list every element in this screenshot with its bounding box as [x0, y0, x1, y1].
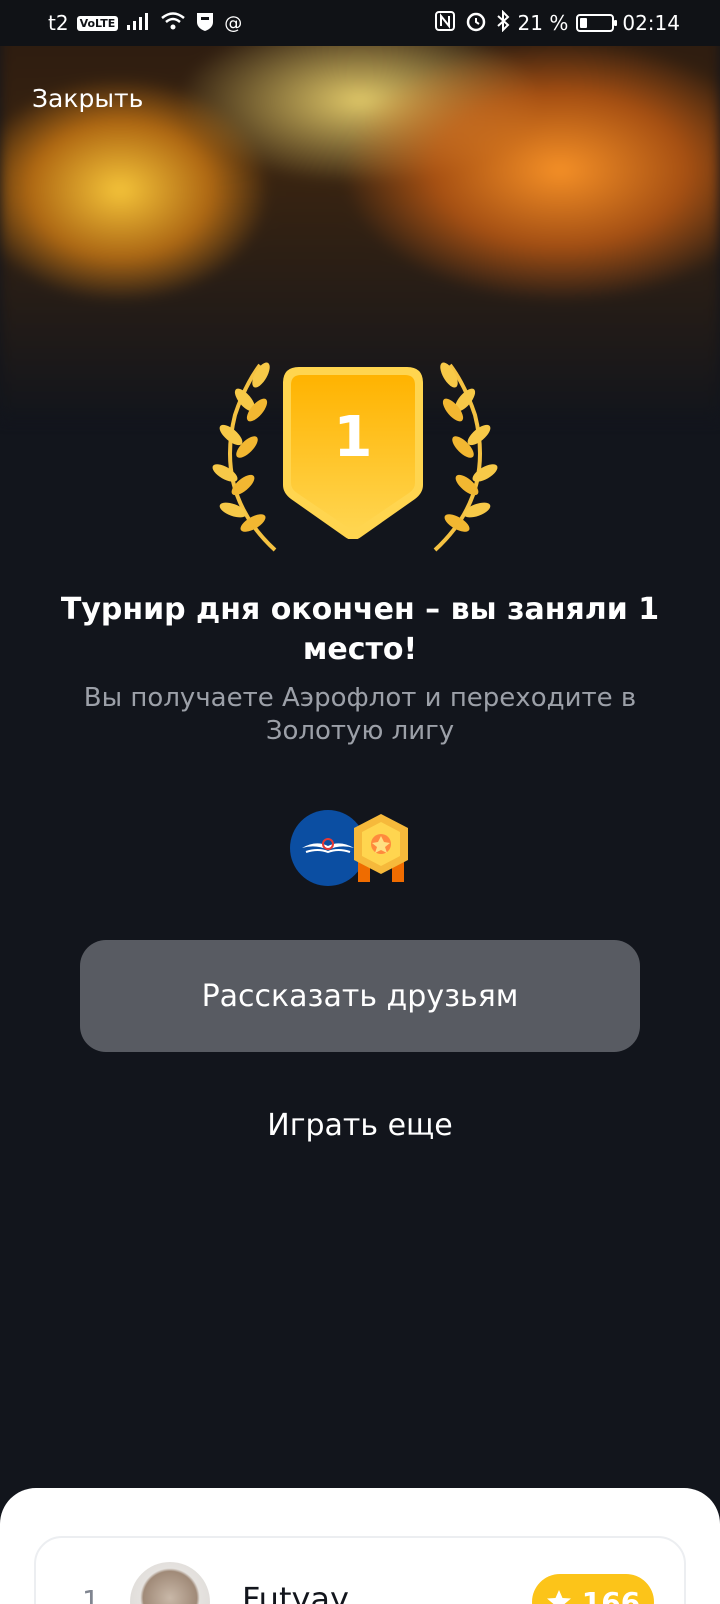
volte-badge: VoLTE [76, 15, 119, 31]
star-icon [546, 1590, 571, 1604]
status-bar-left: t2 VoLTE @ [48, 10, 242, 37]
bluetooth-icon [496, 9, 510, 37]
place-number: 1 [333, 405, 373, 470]
wifi-icon [160, 11, 186, 36]
leaderboard-rank: 1 [82, 1584, 100, 1604]
carrier-label: t2 [48, 11, 69, 35]
result-title: Турнир дня окончен – вы заняли 1 место! [60, 592, 660, 667]
leaderboard-player-name: Futyay [242, 1580, 349, 1604]
score-badge: 166 [532, 1574, 654, 1604]
battery-percent: 21 % [517, 11, 569, 35]
result-subtitle: Вы получаете Аэрофлот и переходите в Зол… [83, 683, 637, 746]
clock: 02:14 [622, 11, 680, 35]
signal-icon [126, 11, 152, 36]
alarm-icon [464, 10, 488, 37]
reward-icons [290, 810, 430, 890]
laurel-icon [433, 362, 498, 552]
gold-league-icon [354, 814, 408, 882]
score-value: 166 [581, 1585, 641, 1604]
close-button[interactable]: Закрыть [32, 84, 143, 113]
status-bar-right: 21 % 02:14 [434, 9, 680, 37]
status-bar: t2 VoLTE @ 21 % 02:14 [0, 0, 720, 46]
battery-icon [576, 14, 618, 32]
laurel-icon [212, 362, 277, 552]
share-with-friends-button[interactable]: Рассказать друзьям [80, 940, 640, 1052]
play-again-button[interactable]: Играть еще [0, 1108, 720, 1143]
first-place-badge: 1 [205, 355, 505, 555]
nfc-icon [434, 10, 456, 37]
at-icon: @ [224, 12, 243, 34]
shield-app-icon [194, 10, 216, 37]
